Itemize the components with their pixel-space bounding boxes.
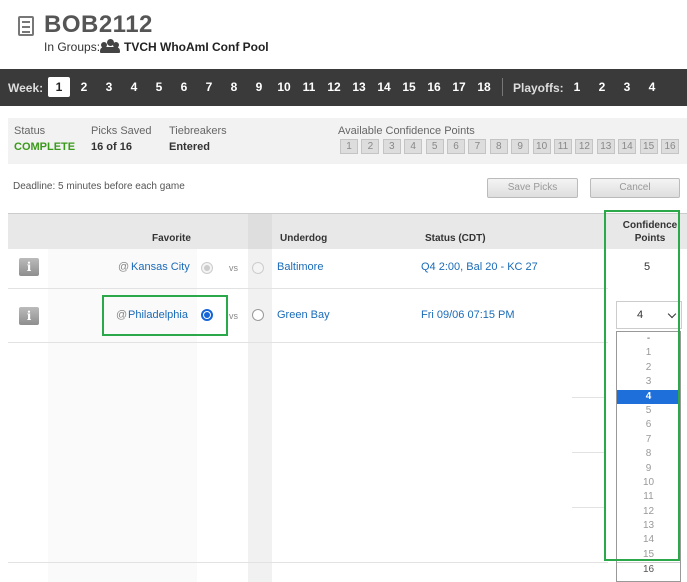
- available-point-chip: 15: [639, 139, 658, 154]
- favorite-team-link[interactable]: Kansas City: [131, 261, 190, 273]
- favorite-pick-highlight: [102, 295, 228, 336]
- week-15-tab[interactable]: 15: [398, 77, 420, 97]
- status-value: COMPLETE: [14, 141, 76, 153]
- vs-label: vs: [229, 263, 238, 273]
- week-label: Week:: [8, 81, 44, 95]
- available-point-chip: 16: [661, 139, 679, 154]
- confidence-column-highlight: [604, 210, 680, 561]
- week-11-tab[interactable]: 11: [298, 77, 320, 97]
- underdog-header: Underdog: [280, 233, 328, 244]
- available-point-chip: 11: [554, 139, 572, 154]
- favorite-radio: [201, 262, 213, 274]
- playoff-round-4-tab[interactable]: 4: [641, 77, 663, 97]
- available-point-chip: 5: [425, 139, 444, 154]
- playoff-round-1-tab[interactable]: 1: [566, 77, 588, 97]
- status-header: Status (CDT): [425, 233, 486, 244]
- group-people-icon: [100, 39, 120, 53]
- available-point-chip: 14: [618, 139, 637, 154]
- available-point-chip: 13: [596, 139, 615, 154]
- week-17-tab[interactable]: 17: [448, 77, 470, 97]
- week-7-tab[interactable]: 7: [198, 77, 220, 97]
- save-picks-button[interactable]: Save Picks: [487, 178, 578, 198]
- deadline-text: Deadline: 5 minutes before each game: [13, 181, 185, 192]
- week-14-tab[interactable]: 14: [373, 77, 395, 97]
- week-3-tab[interactable]: 3: [98, 77, 120, 97]
- row-divider: [572, 452, 604, 453]
- home-at-symbol: @: [118, 261, 130, 273]
- underdog-radio: [252, 262, 264, 274]
- info-icon[interactable]: i: [19, 258, 39, 276]
- available-point-chip: 1: [340, 139, 358, 154]
- info-icon[interactable]: i: [19, 307, 39, 325]
- underdog-team-link[interactable]: Baltimore: [277, 261, 323, 273]
- underdog-radio[interactable]: [252, 309, 264, 321]
- game-status-link[interactable]: Q4 2:00, Bal 20 - KC 27: [421, 261, 538, 273]
- status-panel: Status COMPLETE Picks Saved 16 of 16 Tie…: [8, 118, 687, 164]
- entry-list-icon: [18, 16, 34, 36]
- available-point-chip: 7: [468, 139, 487, 154]
- available-point-chip: 12: [575, 139, 594, 154]
- available-point-chip: 3: [382, 139, 401, 154]
- vs-column-shade: [248, 249, 272, 582]
- available-point-chip: 9: [511, 139, 530, 154]
- favorite-header: Favorite: [152, 233, 191, 244]
- playoff-round-3-tab[interactable]: 3: [616, 77, 638, 97]
- vs-column-header-shade: [248, 214, 272, 250]
- page-header: BOB2112 In Groups: TVCH WhoAmI Conf Pool: [0, 0, 687, 68]
- picks-table-header: Favorite Underdog Status (CDT) Confidenc…: [8, 213, 687, 250]
- row-divider: [8, 562, 608, 563]
- available-point-chip: 8: [489, 139, 508, 154]
- confidence-option[interactable]: 16: [617, 562, 680, 576]
- week-8-tab[interactable]: 8: [223, 77, 245, 97]
- week-13-tab[interactable]: 13: [348, 77, 370, 97]
- week-4-tab[interactable]: 4: [123, 77, 145, 97]
- playoffs-label: Playoffs:: [513, 81, 564, 95]
- week-16-tab[interactable]: 16: [423, 77, 445, 97]
- week-selector-bar: Week: 1 2 3 4 5 6 7 8 9 10 11 12 13 14 15 16 17 18 Playof…: [0, 69, 687, 106]
- row-divider: [8, 288, 608, 289]
- game-status-link[interactable]: Fri 09/06 07:15 PM: [421, 309, 515, 321]
- available-point-chip: 4: [404, 139, 423, 154]
- groups-label: In Groups:: [44, 40, 101, 54]
- row-divider: [8, 342, 608, 343]
- week-9-tab[interactable]: 9: [248, 77, 270, 97]
- picks-saved-value: 16 of 16: [91, 141, 132, 153]
- week-1-tab[interactable]: 1: [48, 77, 70, 97]
- status-label: Status: [14, 125, 46, 137]
- group-name-link[interactable]: TVCH WhoAmI Conf Pool: [124, 40, 269, 54]
- week-separator: [502, 78, 503, 96]
- page-title: BOB2112: [44, 11, 153, 38]
- week-10-tab[interactable]: 10: [273, 77, 295, 97]
- week-6-tab[interactable]: 6: [173, 77, 195, 97]
- row-divider: [572, 397, 604, 398]
- picks-page: BOB2112 In Groups: TVCH WhoAmI Conf Pool…: [0, 0, 687, 582]
- tiebreakers-label: Tiebreakers: [169, 125, 227, 137]
- playoff-round-2-tab[interactable]: 2: [591, 77, 613, 97]
- picks-saved-label: Picks Saved: [91, 125, 152, 137]
- available-points-label: Available Confidence Points: [338, 125, 475, 137]
- available-point-chip: 6: [447, 139, 465, 154]
- week-12-tab[interactable]: 12: [323, 77, 345, 97]
- available-point-chip: 10: [532, 139, 551, 154]
- week-18-tab[interactable]: 18: [473, 77, 495, 97]
- row-divider: [572, 507, 604, 508]
- week-2-tab[interactable]: 2: [73, 77, 95, 97]
- cancel-button[interactable]: Cancel: [590, 178, 680, 198]
- vs-label: vs: [229, 311, 238, 321]
- tiebreakers-value: Entered: [169, 141, 210, 153]
- available-point-chip: 2: [361, 139, 380, 154]
- week-5-tab[interactable]: 5: [148, 77, 170, 97]
- underdog-team-link[interactable]: Green Bay: [277, 309, 330, 321]
